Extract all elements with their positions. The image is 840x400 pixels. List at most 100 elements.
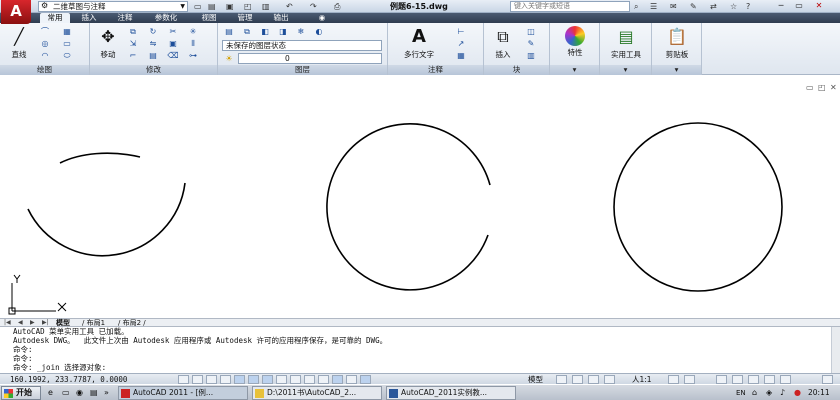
help-icon[interactable]: ? bbox=[746, 0, 750, 13]
tab-insert[interactable]: 插入 bbox=[74, 13, 104, 23]
search-icon[interactable]: ⌕ bbox=[634, 0, 638, 13]
dyn-toggle[interactable] bbox=[276, 375, 287, 384]
search-input[interactable]: 键入关键字或短语 bbox=[510, 1, 630, 12]
circle-icon[interactable]: ◎ bbox=[38, 38, 52, 49]
create-block-icon[interactable]: ◫ bbox=[524, 26, 538, 37]
annotation-visibility-icon[interactable] bbox=[668, 375, 679, 384]
layer-state-icon[interactable]: ⧉ bbox=[240, 26, 254, 37]
stretch-icon[interactable]: ⇲ bbox=[126, 38, 140, 49]
quicklaunch-icon[interactable]: » bbox=[104, 386, 109, 400]
tab-annotate[interactable]: 注释 bbox=[110, 13, 140, 23]
subscription-icon[interactable]: ☰ bbox=[650, 0, 657, 13]
tab-layout1[interactable]: / 布局1 bbox=[82, 319, 105, 327]
redo-icon[interactable]: ↷ bbox=[310, 1, 317, 12]
ducs-toggle[interactable] bbox=[262, 375, 273, 384]
snap-mode-toggle[interactable] bbox=[178, 375, 189, 384]
layer-properties-icon[interactable]: ▤ bbox=[222, 26, 236, 37]
array-icon[interactable]: ▤ bbox=[146, 50, 160, 61]
network-icon[interactable]: ⌂ bbox=[752, 386, 757, 400]
rectangle-icon[interactable]: ▭ bbox=[60, 38, 74, 49]
lineweight-toggle[interactable] bbox=[290, 375, 301, 384]
save-as-icon[interactable]: ◰ bbox=[244, 1, 252, 12]
explode-icon[interactable]: ✳ bbox=[186, 26, 200, 37]
insert-button[interactable]: ⧉ 插入 bbox=[488, 26, 518, 59]
hatch-icon[interactable]: ▦ bbox=[60, 26, 74, 37]
volume-icon[interactable]: ♪ bbox=[780, 386, 785, 400]
infer-constraints-toggle[interactable] bbox=[360, 375, 371, 384]
quick-properties-toggle[interactable] bbox=[318, 375, 329, 384]
task-autocad[interactable]: AutoCAD 2011 - [例... bbox=[118, 386, 248, 400]
panel-annotation-label[interactable]: 注释 bbox=[388, 65, 483, 75]
alert-icon[interactable]: ● bbox=[794, 386, 801, 400]
hardware-acceleration-icon[interactable] bbox=[748, 375, 759, 384]
otrack-toggle[interactable] bbox=[248, 375, 259, 384]
polar-toggle[interactable] bbox=[220, 375, 231, 384]
security-icon[interactable]: ◈ bbox=[766, 386, 772, 400]
command-prompt[interactable]: 命令: _join 选择源对象: bbox=[13, 363, 106, 372]
line-button[interactable]: ╱ 直线 bbox=[3, 26, 35, 59]
lock-icon[interactable] bbox=[732, 375, 743, 384]
layer-state-select[interactable]: 未保存的图层状态 bbox=[222, 40, 382, 51]
maximize-button[interactable]: ▭ bbox=[792, 1, 806, 11]
first-layout-icon[interactable]: |◀ bbox=[4, 319, 11, 327]
prev-layout-icon[interactable]: ◀ bbox=[18, 319, 23, 327]
next-layout-icon[interactable]: ▶ bbox=[30, 319, 35, 327]
command-window[interactable]: AutoCAD 菜单实用工具 已加载。 Autodesk DWG。 此文件上次由… bbox=[0, 327, 840, 373]
zoom-icon[interactable] bbox=[604, 375, 615, 384]
clipboard-button[interactable]: 📋 剪贴板 bbox=[656, 26, 698, 59]
edit-block-icon[interactable]: ✎ bbox=[524, 38, 538, 49]
tools-icon[interactable]: ✎ bbox=[690, 0, 697, 13]
panel-block-label[interactable]: 块 bbox=[484, 65, 549, 75]
media-icon[interactable]: ◉ bbox=[76, 386, 83, 400]
pan-icon[interactable] bbox=[588, 375, 599, 384]
plot-icon[interactable]: ▥ bbox=[262, 1, 270, 12]
mirror-icon[interactable]: ⇋ bbox=[146, 38, 160, 49]
folder-icon[interactable]: ▤ bbox=[90, 386, 98, 400]
fillet-icon[interactable]: ⌐ bbox=[126, 50, 140, 61]
join-icon[interactable]: ⊶ bbox=[186, 50, 200, 61]
attribute-icon[interactable]: ▥ bbox=[524, 50, 538, 61]
workspace-select[interactable]: ⚙ 二维草图与注释 ▼ bbox=[38, 1, 188, 12]
properties-button[interactable]: 特性 bbox=[556, 26, 594, 57]
3d-osnap-toggle[interactable] bbox=[346, 375, 357, 384]
exchange-icon[interactable]: ⇄ bbox=[710, 0, 717, 13]
copy-icon[interactable]: ⧉ bbox=[126, 26, 140, 37]
layer-isolate-icon[interactable]: ◨ bbox=[276, 26, 290, 37]
tab-parametric[interactable]: 参数化 bbox=[146, 13, 186, 23]
language-icon[interactable]: EN bbox=[736, 386, 746, 400]
panel-utilities-label[interactable]: ▾ bbox=[600, 65, 651, 75]
status-menu-icon[interactable] bbox=[780, 375, 791, 384]
trim-icon[interactable]: ✂ bbox=[166, 26, 180, 37]
ie-icon[interactable]: e bbox=[48, 386, 53, 400]
tab-view[interactable]: 视图 bbox=[194, 13, 224, 23]
minimize-button[interactable]: ─ bbox=[774, 1, 788, 11]
isolate-objects-icon[interactable] bbox=[764, 375, 775, 384]
communication-icon[interactable]: ✉ bbox=[670, 0, 677, 13]
utilities-button[interactable]: ▤ 实用工具 bbox=[604, 26, 648, 59]
layer-freeze-icon[interactable]: ❄ bbox=[294, 26, 308, 37]
desktop-icon[interactable]: ▭ bbox=[62, 386, 70, 400]
polyline-icon[interactable]: ⌒ bbox=[38, 26, 52, 37]
panel-layers-label[interactable]: 图层 bbox=[218, 65, 387, 75]
workspace-switch-icon[interactable] bbox=[716, 375, 727, 384]
task-explorer[interactable]: D:\2011书\AutoCAD_2... bbox=[252, 386, 382, 400]
ellipse-icon[interactable]: ⬭ bbox=[60, 50, 74, 61]
command-scrollbar[interactable] bbox=[831, 327, 840, 373]
tab-model[interactable]: 模型 bbox=[56, 319, 70, 327]
transparency-toggle[interactable] bbox=[304, 375, 315, 384]
lightbulb-icon[interactable]: ☀ bbox=[222, 53, 236, 64]
rotate-icon[interactable]: ↻ bbox=[146, 26, 160, 37]
clock[interactable]: 20:11 bbox=[808, 386, 830, 400]
selection-cycling-toggle[interactable] bbox=[332, 375, 343, 384]
table-icon[interactable]: ▦ bbox=[454, 50, 468, 61]
leader-icon[interactable]: ↗ bbox=[454, 38, 468, 49]
erase-icon[interactable]: ⌫ bbox=[166, 50, 180, 61]
multiline-text-button[interactable]: A 多行文字 bbox=[394, 26, 444, 59]
tab-layout2[interactable]: / 布局2 / bbox=[118, 319, 146, 327]
current-layer-select[interactable]: 0 bbox=[238, 53, 382, 64]
tab-manage[interactable]: 管理 bbox=[230, 13, 260, 23]
last-layout-icon[interactable]: ▶| bbox=[42, 319, 49, 327]
osnap-toggle[interactable] bbox=[234, 375, 245, 384]
drawing-canvas[interactable] bbox=[0, 75, 840, 318]
open-icon[interactable]: ▤ bbox=[208, 1, 216, 12]
